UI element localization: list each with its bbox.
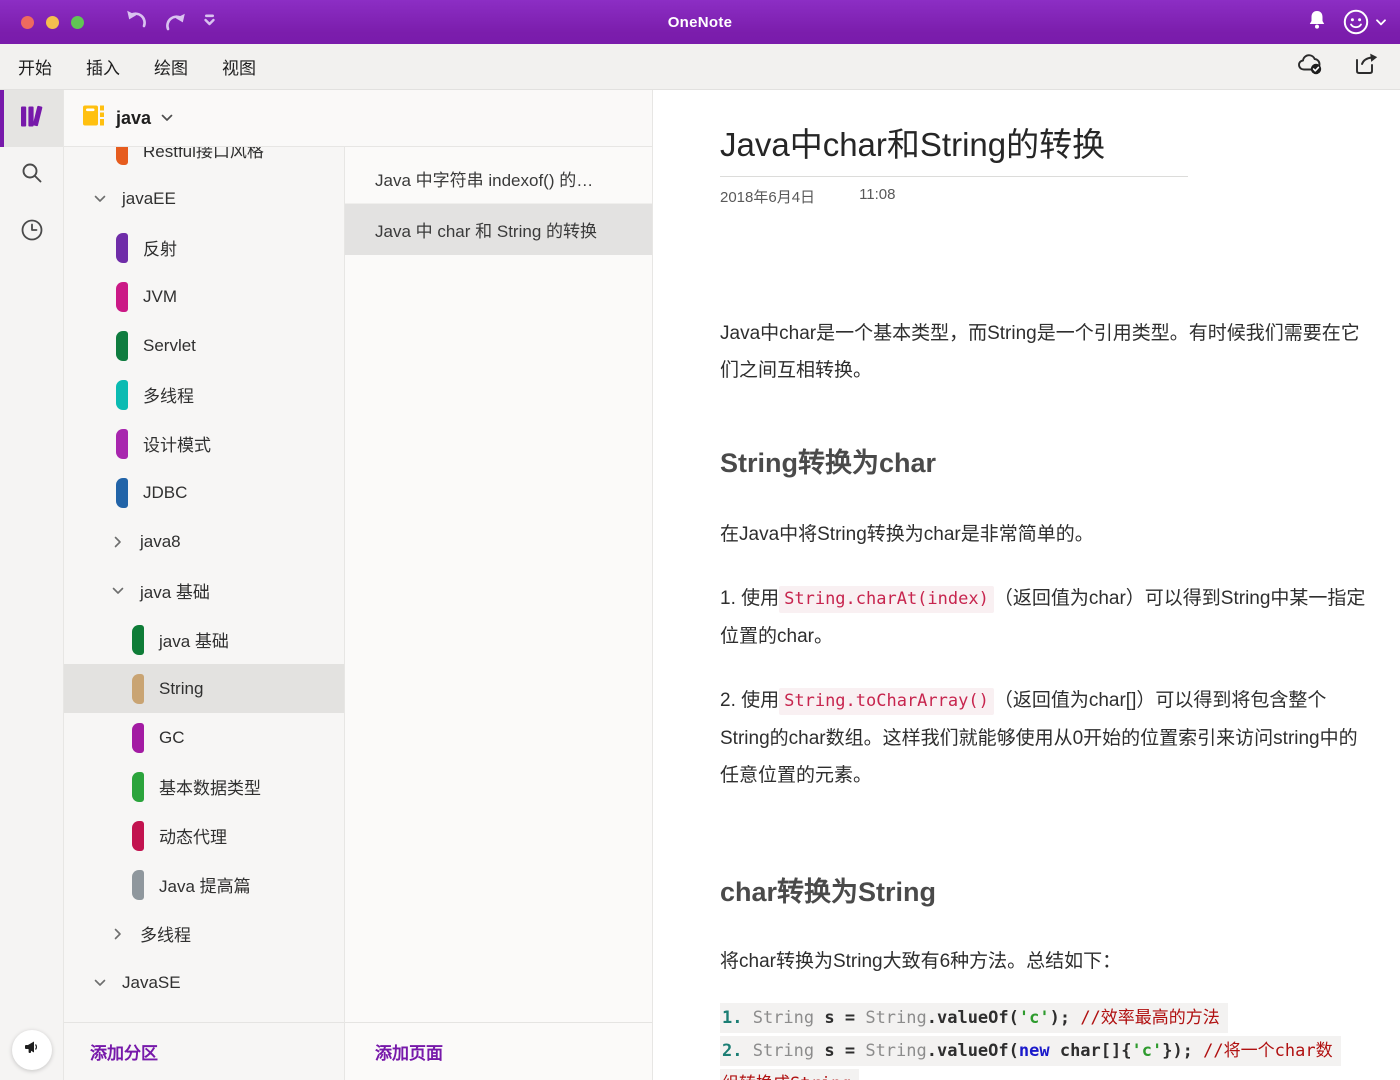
heading-string-to-char: String转换为char: [720, 448, 937, 478]
feedback-button[interactable]: [11, 1030, 52, 1070]
section-item-string[interactable]: String: [64, 664, 344, 713]
section-item-primitive-types[interactable]: 基本数据类型: [64, 762, 344, 811]
close-window-button[interactable]: [21, 15, 34, 29]
notebooks-icon: [18, 103, 45, 135]
section-group-javase[interactable]: JavaSE: [64, 958, 344, 1007]
section-tab-icon: [116, 281, 128, 312]
section-item-java-advanced[interactable]: Java 提高篇: [64, 860, 344, 909]
code-line-3: 组转换成String: [720, 1068, 1360, 1080]
section-tab-icon: [132, 673, 144, 704]
section-item-jvm[interactable]: JVM: [64, 272, 344, 321]
sync-status-icon[interactable]: [1296, 52, 1326, 81]
section-tab-icon: [132, 624, 144, 655]
section-tab-icon: [116, 330, 128, 361]
tab-insert[interactable]: 插入: [86, 54, 120, 79]
section-tab-icon: [132, 869, 144, 900]
inline-code-charat: String.charAt(index): [779, 586, 994, 613]
section-item-reflection[interactable]: 反射: [64, 223, 344, 272]
section-group-multithread[interactable]: 多线程: [64, 909, 344, 958]
section-item-gc[interactable]: GC: [64, 713, 344, 762]
chevron-down-icon: [112, 587, 124, 595]
rail-recent-button[interactable]: [0, 204, 63, 261]
section-list-panel: Restful接口风格 javaEE 反射 JVM Servlet 多线程 设计…: [64, 147, 345, 1080]
chevron-down-icon: [94, 979, 106, 987]
section-footer: 添加分区: [64, 1022, 344, 1080]
section-item-design-patterns[interactable]: 设计模式: [64, 419, 344, 468]
notebook-panels: java Restful接口风格 javaEE 反射 JVM Servlet 多…: [64, 90, 653, 1080]
page-title[interactable]: Java中char和String的转换: [720, 118, 1188, 177]
page-footer: 添加页面: [345, 1022, 652, 1080]
list-item-tochararray: 2. 使用 String.toCharArray() （返回值为char[]）可以得…: [720, 688, 1358, 786]
intro-paragraph: Java中char是一个基本类型，而String是一个引用类型。有时候我们需要在…: [720, 323, 1360, 381]
section-item-restful[interactable]: Restful接口风格: [64, 147, 344, 174]
rail-search-button[interactable]: [0, 147, 63, 204]
page-list-panel: Java 中字符串 indexof() 的… Java 中 char 和 Str…: [345, 147, 652, 1080]
section-tab-icon: [116, 379, 128, 410]
section-item-jdbc[interactable]: JDBC: [64, 468, 344, 517]
feedback-megaphone-icon: [24, 1040, 40, 1060]
page-list: Java 中字符串 indexof() 的… Java 中 char 和 Str…: [345, 147, 652, 1022]
window-controls: [21, 15, 84, 29]
section-group-java-basics[interactable]: java 基础: [64, 566, 344, 615]
section-tab-icon: [116, 477, 128, 508]
tab-home[interactable]: 开始: [18, 54, 52, 79]
section-tab-icon: [116, 232, 128, 263]
navigation-rail: [0, 90, 64, 1080]
section-tab-icon: [116, 428, 128, 459]
search-icon: [20, 161, 44, 190]
section-tab-icon: [132, 722, 144, 753]
page-date: 2018年6月4日: [720, 189, 816, 206]
title-bar: OneNote: [0, 0, 1400, 44]
onenote-window: OneNote 开始 插入 绘图 视图 java Restful接口风格 jav…: [0, 0, 1400, 1080]
code-line-1: 1. String s = String.valueOf('c'); //效率最…: [720, 1002, 1360, 1035]
toolbar-options-icon[interactable]: [202, 13, 217, 31]
section-group-javaee[interactable]: javaEE: [64, 174, 344, 223]
notifications-bell-icon[interactable]: [1307, 9, 1327, 36]
minimize-window-button[interactable]: [46, 15, 59, 29]
zoom-window-button[interactable]: [71, 15, 84, 29]
undo-icon[interactable]: [124, 9, 149, 35]
inline-code-tochararray: String.toCharArray(): [779, 688, 994, 715]
account-avatar-icon[interactable]: [1343, 9, 1386, 35]
section-item-multithread[interactable]: 多线程: [64, 370, 344, 419]
tab-view[interactable]: 视图: [222, 54, 256, 79]
paragraph-simple: 在Java中将String转换为char是非常简单的。: [720, 524, 1094, 545]
chevron-down-icon: [94, 195, 106, 203]
chevron-right-icon: [112, 928, 124, 940]
section-tab-icon: [132, 820, 144, 851]
notebook-icon: [81, 103, 106, 133]
tab-draw[interactable]: 绘图: [154, 54, 188, 79]
chevron-down-icon: [1376, 18, 1386, 25]
notebook-switcher[interactable]: java: [64, 90, 652, 147]
section-item-dynamic-proxy[interactable]: 动态代理: [64, 811, 344, 860]
section-item-servlet[interactable]: Servlet: [64, 321, 344, 370]
page-meta: 2018年6月4日 11:08: [720, 186, 1360, 207]
code-line-2: 2. String s = String.valueOf(new char[]{…: [720, 1035, 1360, 1068]
app-title: OneNote: [667, 13, 733, 31]
section-tab-icon: [116, 147, 128, 165]
code-block: 1. String s = String.valueOf('c'); //效率最…: [720, 1002, 1360, 1080]
add-section-button[interactable]: 添加分区: [90, 1039, 158, 1064]
chevron-down-icon: [161, 114, 173, 121]
redo-icon[interactable]: [163, 12, 188, 33]
section-list: Restful接口风格 javaEE 反射 JVM Servlet 多线程 设计…: [64, 147, 344, 1022]
section-item-java-basics[interactable]: java 基础: [64, 615, 344, 664]
add-page-button[interactable]: 添加页面: [375, 1039, 443, 1064]
ribbon-menu-bar: 开始 插入 绘图 视图: [0, 44, 1400, 90]
page-item-indexof[interactable]: Java 中字符串 indexof() 的…: [345, 153, 652, 204]
list-item-charat: 1. 使用 String.charAt(index) （返回值为char）可以得到S…: [720, 586, 1366, 647]
page-item-char-string[interactable]: Java 中 char 和 String 的转换: [345, 204, 652, 255]
heading-char-to-string: char转换为String: [720, 877, 937, 907]
share-icon[interactable]: [1354, 52, 1380, 81]
rail-notebooks-button[interactable]: [0, 90, 63, 147]
note-canvas[interactable]: Java中char和String的转换 2018年6月4日 11:08 Java…: [653, 90, 1400, 1080]
notebook-name: java: [116, 107, 152, 128]
chevron-right-icon: [112, 536, 124, 548]
recent-clock-icon: [20, 218, 44, 247]
page-time: 11:08: [859, 186, 896, 203]
section-group-java8[interactable]: java8: [64, 517, 344, 566]
section-tab-icon: [132, 771, 144, 802]
paragraph-methods: 将char转换为String大致有6种方法。总结如下：: [720, 951, 1122, 972]
undo-redo-group: [124, 9, 217, 35]
